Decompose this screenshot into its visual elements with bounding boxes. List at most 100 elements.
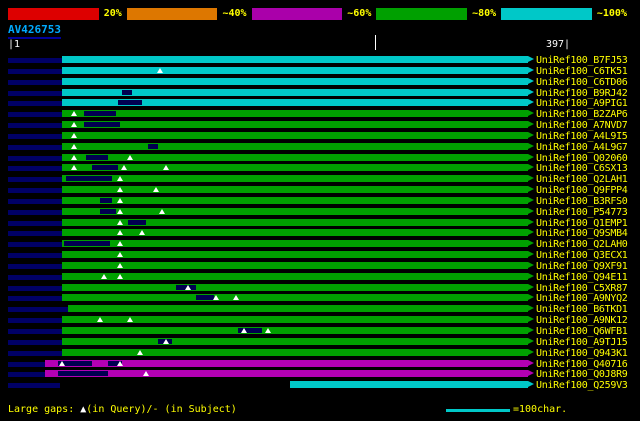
hit-alignment-bar[interactable]	[62, 56, 528, 63]
large-gap-triangle-icon	[213, 295, 219, 301]
query-lead-line	[8, 253, 62, 259]
hit-label-link[interactable]: UniRef100_Q9FPP4	[536, 185, 628, 196]
hit-alignment-bar[interactable]	[62, 207, 528, 215]
hit-alignment-bar[interactable]	[62, 348, 528, 356]
query-lead-line	[8, 242, 62, 248]
scale-percent-label: ~60%	[347, 8, 372, 19]
large-gap-triangle-icon	[117, 273, 123, 279]
hit-alignment-bar[interactable]	[62, 229, 528, 237]
hit-label-link[interactable]: UniRef100_Q02060	[536, 153, 628, 164]
hit-label-link[interactable]: UniRef100_A9NYQ2	[536, 293, 628, 304]
bar-arrowhead-icon	[528, 121, 534, 128]
hit-label-link[interactable]: UniRef100_B6TKD1	[536, 304, 628, 315]
query-lead-line	[8, 144, 62, 150]
hit-label-link[interactable]: UniRef100_Q94E11	[536, 272, 628, 283]
hit-alignment-bar[interactable]	[45, 370, 528, 378]
ruler-tick	[375, 35, 376, 50]
hit-label-link[interactable]: UniRef100_Q3ECX1	[536, 250, 628, 261]
hit-label-link[interactable]: UniRef100_Q6WFB1	[536, 326, 628, 337]
hit-label-link[interactable]: UniRef100_Q9XF91	[536, 261, 628, 272]
hit-alignment-bar[interactable]	[62, 131, 528, 139]
large-gap-triangle-icon	[157, 67, 163, 73]
alignment-row: UniRef100_A4L9I5	[0, 131, 640, 142]
hit-label-link[interactable]: UniRef100_Q259V3	[536, 380, 628, 391]
large-gap-triangle-icon	[71, 111, 77, 117]
hit-alignment-bar[interactable]	[62, 175, 528, 183]
hit-label-link[interactable]: UniRef100_A4L9I5	[536, 131, 628, 142]
query-lead-line	[8, 372, 45, 378]
hit-label-link[interactable]: UniRef100_Q1EMP1	[536, 218, 628, 229]
hit-label-link[interactable]: UniRef100_Q0J8R9	[536, 369, 628, 380]
large-gap-triangle-icon	[163, 338, 169, 344]
hit-alignment-bar[interactable]	[62, 186, 528, 194]
hit-alignment-bar[interactable]	[62, 110, 528, 118]
hit-label-link[interactable]: UniRef100_Q2LAH0	[536, 239, 628, 250]
bar-arrowhead-icon	[528, 66, 534, 73]
hit-alignment-bar[interactable]	[68, 305, 528, 313]
query-lead-line	[8, 198, 62, 204]
hit-alignment-bar[interactable]	[62, 240, 528, 248]
hit-alignment-bar[interactable]	[62, 164, 528, 172]
alignment-gap-segment	[86, 154, 108, 160]
bar-arrowhead-icon	[528, 175, 534, 182]
alignment-row: UniRef100_Q6WFB1	[0, 326, 640, 337]
hit-alignment-bar[interactable]	[62, 337, 528, 345]
hit-label-link[interactable]: UniRef100_C6SX13	[536, 163, 628, 174]
hit-label-link[interactable]: UniRef100_A9PIG1	[536, 98, 628, 109]
hit-label-link[interactable]: UniRef100_Q40716	[536, 359, 628, 370]
scale-sample-line	[446, 408, 510, 412]
hit-label-link[interactable]: UniRef100_C6TK51	[536, 66, 628, 77]
bar-arrowhead-icon	[528, 316, 534, 323]
hit-alignment-bar[interactable]	[62, 261, 528, 269]
bar-arrowhead-icon	[528, 229, 534, 236]
hit-label-link[interactable]: UniRef100_B7FJ53	[536, 55, 628, 66]
alignment-gap-segment	[66, 176, 112, 182]
hit-label-link[interactable]: UniRef100_A9TJ15	[536, 337, 628, 348]
hit-label-link[interactable]: UniRef100_A7NVD7	[536, 120, 628, 131]
hit-alignment-bar[interactable]	[62, 142, 528, 150]
large-gap-triangle-icon	[71, 132, 77, 138]
large-gap-triangle-icon	[139, 230, 145, 236]
hit-alignment-bar[interactable]	[62, 327, 528, 334]
hit-label-link[interactable]: UniRef100_P54773	[536, 207, 628, 218]
hit-alignment-bar[interactable]	[62, 294, 528, 302]
query-name-link[interactable]: AV426753	[8, 23, 61, 39]
hit-label-link[interactable]: UniRef100_A4L9G7	[536, 142, 628, 153]
alignment-gap-segment	[92, 165, 118, 171]
large-gap-triangle-icon	[59, 360, 65, 366]
hit-alignment-bar[interactable]	[62, 77, 528, 85]
bar-arrowhead-icon	[528, 359, 534, 366]
hit-label-link[interactable]: UniRef100_B9RJ42	[536, 88, 628, 99]
bar-arrowhead-icon	[528, 305, 534, 312]
hit-label-link[interactable]: UniRef100_Q943K1	[536, 348, 628, 359]
scale-percent-label: ~100%	[596, 8, 627, 19]
hit-alignment-bar[interactable]	[62, 283, 528, 291]
hit-alignment-bar[interactable]	[62, 251, 528, 259]
bar-arrowhead-icon	[528, 77, 534, 84]
bar-arrowhead-icon	[528, 337, 534, 344]
hit-alignment-bar[interactable]	[62, 66, 528, 74]
hit-label-link[interactable]: UniRef100_C5XR87	[536, 283, 628, 294]
large-gap-triangle-icon	[71, 143, 77, 149]
hit-alignment-bar[interactable]	[290, 381, 528, 389]
alignment-row: UniRef100_Q9XF91	[0, 261, 640, 272]
alignment-row: UniRef100_A4L9G7	[0, 142, 640, 153]
alignment-row: UniRef100_Q943K1	[0, 348, 640, 359]
hit-label-link[interactable]: UniRef100_A9NK12	[536, 315, 628, 326]
alignment-row: UniRef100_Q1EMP1	[0, 218, 640, 229]
hit-label-link[interactable]: UniRef100_Q2LAH1	[536, 174, 628, 185]
query-lead-line	[8, 68, 62, 74]
hit-label-link[interactable]: UniRef100_B3RFS0	[536, 196, 628, 207]
bar-arrowhead-icon	[528, 294, 534, 301]
hit-label-link[interactable]: UniRef100_B2ZAP6	[536, 109, 628, 120]
hit-label-link[interactable]: UniRef100_Q9SMB4	[536, 228, 628, 239]
alignment-row: UniRef100_Q0J8R9	[0, 369, 640, 380]
alignment-row: UniRef100_B7FJ53	[0, 55, 640, 66]
hit-alignment-bar[interactable]	[62, 196, 528, 204]
bar-arrowhead-icon	[528, 153, 534, 160]
hit-alignment-bar[interactable]	[62, 121, 528, 129]
large-gap-triangle-icon	[121, 165, 127, 171]
hit-alignment-bar[interactable]	[62, 272, 528, 280]
hit-label-link[interactable]: UniRef100_C6TD06	[536, 77, 628, 88]
large-gap-triangle-icon	[117, 262, 123, 268]
